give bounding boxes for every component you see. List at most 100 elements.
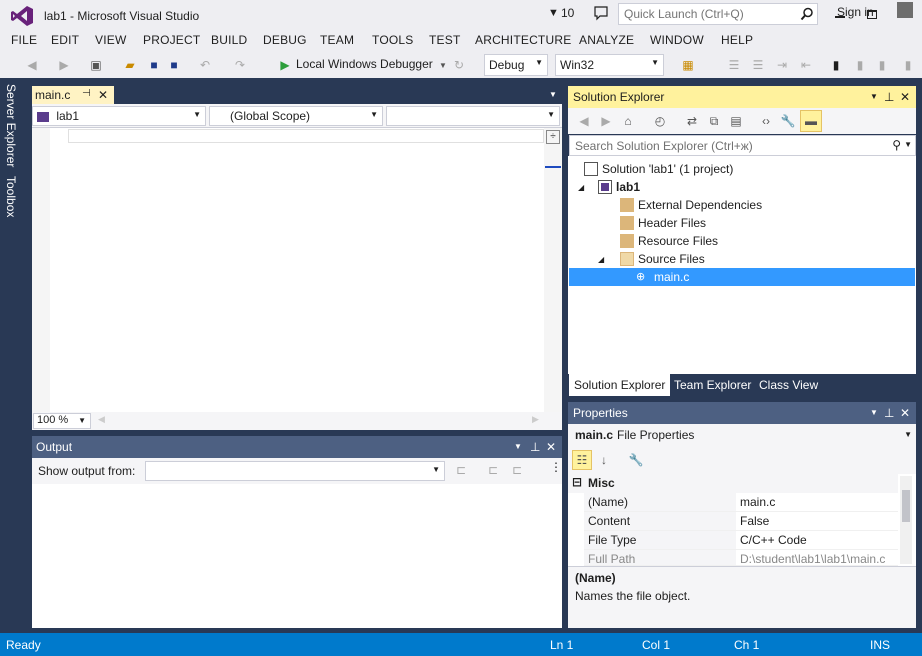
menu-window[interactable]: WINDOW: [650, 33, 704, 47]
prev-bookmark-icon[interactable]: ▮: [852, 57, 868, 73]
properties-wrench-icon[interactable]: 🔧: [780, 113, 796, 129]
window-position-icon[interactable]: ▼: [870, 408, 878, 417]
solution-explorer-title-bar[interactable]: Solution Explorer ▼ ⊥ ✕: [568, 86, 916, 108]
member-nav-select[interactable]: ▼: [386, 106, 560, 126]
property-row[interactable]: File Type C/C++ Code: [584, 531, 898, 550]
code-editor[interactable]: [32, 128, 562, 412]
navigate-back-icon[interactable]: ◀: [24, 57, 40, 73]
scrollbar-thumb[interactable]: [902, 490, 910, 522]
more-icon[interactable]: ⋮: [550, 460, 562, 474]
project-nav-select[interactable]: lab1 ▼: [32, 106, 206, 126]
property-row[interactable]: Full Path D:\student\lab1\lab1\main.c: [584, 550, 898, 566]
alphabetical-icon[interactable]: ↓: [596, 452, 612, 468]
properties-object-select[interactable]: main.c File Properties ▼: [568, 424, 916, 446]
undo-icon[interactable]: ↶: [197, 57, 213, 73]
solution-platform-select[interactable]: Win32 ▼: [555, 54, 664, 76]
save-all-icon[interactable]: ■: [166, 57, 182, 73]
find-in-files-icon[interactable]: ▦: [680, 57, 696, 73]
output-text-area[interactable]: [32, 484, 562, 628]
open-file-icon[interactable]: ▰: [122, 57, 138, 73]
navigate-forward-icon[interactable]: ▶: [56, 57, 72, 73]
search-icon[interactable]: [800, 7, 814, 21]
expand-arrow-icon[interactable]: ◢: [578, 183, 598, 192]
tree-item-main-c[interactable]: ⊕ main.c: [569, 268, 915, 286]
local-windows-debugger-button[interactable]: Local Windows Debugger: [296, 57, 433, 71]
outdent-icon[interactable]: ⇤: [798, 57, 814, 73]
bookmark-icon[interactable]: ▮: [828, 57, 844, 73]
scroll-left-icon[interactable]: ◀: [98, 414, 105, 425]
clear-bookmarks-icon[interactable]: ▮: [900, 57, 916, 73]
window-position-icon[interactable]: ▼: [514, 442, 522, 451]
uncomment-icon[interactable]: ☰: [750, 57, 766, 73]
close-icon[interactable]: ✕: [900, 90, 910, 104]
sync-icon[interactable]: ⇄: [684, 113, 700, 129]
search-icon[interactable]: ⚲: [892, 138, 901, 152]
menu-edit[interactable]: EDIT: [51, 33, 79, 47]
property-row[interactable]: (Name) main.c: [584, 493, 898, 512]
solution-explorer-search[interactable]: Search Solution Explorer (Ctrl+ж) ⚲ ▼: [569, 135, 916, 156]
chevron-down-icon[interactable]: ▼: [904, 140, 912, 149]
zoom-select[interactable]: 100 % ▼: [33, 413, 91, 429]
pin-icon[interactable]: ⊣: [82, 88, 91, 99]
close-icon[interactable]: ✕: [546, 440, 556, 454]
menu-help[interactable]: HELP: [721, 33, 753, 47]
menu-analyze[interactable]: ANALYZE: [579, 33, 634, 47]
scope-nav-select[interactable]: (Global Scope) ▼: [209, 106, 383, 126]
output-source-select[interactable]: ▼: [145, 461, 445, 481]
next-bookmark-icon[interactable]: ▮: [874, 57, 890, 73]
menu-debug[interactable]: DEBUG: [263, 33, 307, 47]
save-icon[interactable]: ■: [146, 57, 162, 73]
back-icon[interactable]: ◀: [576, 113, 592, 129]
pin-icon[interactable]: ⊥: [884, 90, 894, 104]
quick-launch-box[interactable]: [618, 3, 818, 25]
menu-team[interactable]: TEAM: [320, 33, 354, 47]
tree-item-resource-files[interactable]: Resource Files: [620, 232, 914, 250]
pin-icon[interactable]: ⊥: [884, 406, 894, 420]
feedback-icon[interactable]: [593, 5, 609, 21]
menu-build[interactable]: BUILD: [211, 33, 247, 47]
menu-architecture[interactable]: ARCHITECTURE: [475, 33, 571, 47]
property-value[interactable]: D:\student\lab1\lab1\main.c: [736, 550, 898, 565]
user-avatar-icon[interactable]: [897, 2, 913, 18]
toolbox-tab[interactable]: Toolbox: [4, 176, 18, 217]
property-value[interactable]: C/C++ Code: [736, 531, 898, 549]
tab-main-c[interactable]: main.c ⊣ ✕: [32, 86, 114, 104]
expand-arrow-icon[interactable]: ◢: [598, 255, 620, 264]
tree-item-external-dependencies[interactable]: External Dependencies: [620, 196, 914, 214]
editor-vertical-scrollbar[interactable]: ÷: [544, 128, 562, 412]
collapse-icon[interactable]: ⊟: [572, 475, 582, 489]
pin-icon[interactable]: ⊥: [530, 440, 540, 454]
find-message-icon[interactable]: ⊏: [456, 463, 466, 477]
comment-icon[interactable]: ☰: [726, 57, 742, 73]
menu-project[interactable]: PROJECT: [143, 33, 200, 47]
server-explorer-tab[interactable]: Server Explorer: [4, 84, 18, 167]
debugger-dropdown-icon[interactable]: ▼: [435, 57, 451, 73]
property-row[interactable]: Content False: [584, 512, 898, 531]
notifications-count[interactable]: 10: [561, 6, 574, 20]
sign-in-link[interactable]: Sign in: [837, 5, 874, 19]
redo-icon[interactable]: ↷: [232, 57, 248, 73]
close-tab-icon[interactable]: ✕: [98, 88, 108, 102]
properties-title-bar[interactable]: Properties ▼ ⊥ ✕: [568, 402, 916, 424]
property-grid-scrollbar[interactable]: [900, 476, 912, 564]
tree-item-project[interactable]: ◢ lab1: [578, 178, 914, 196]
tree-item-source-files[interactable]: ◢ Source Files: [598, 250, 914, 268]
window-position-icon[interactable]: ▼: [870, 92, 878, 101]
property-pages-wrench-icon[interactable]: 🔧: [628, 452, 644, 468]
collapse-all-icon[interactable]: ⧉: [706, 113, 722, 129]
categorized-icon[interactable]: ☷: [572, 450, 592, 470]
solution-configuration-select[interactable]: Debug ▼: [484, 54, 548, 76]
tab-solution-explorer[interactable]: Solution Explorer: [569, 374, 671, 396]
view-code-icon[interactable]: ‹›: [758, 113, 774, 129]
refresh-icon[interactable]: ↻: [451, 57, 467, 73]
pending-changes-icon[interactable]: ◴: [652, 113, 668, 129]
split-editor-icon[interactable]: ÷: [546, 130, 560, 144]
category-misc[interactable]: ⊟ Misc: [568, 474, 898, 493]
next-message-icon[interactable]: ⊏: [512, 463, 522, 477]
close-icon[interactable]: ✕: [900, 406, 910, 420]
quick-launch-input[interactable]: [619, 4, 795, 24]
menu-file[interactable]: FILE: [11, 33, 37, 47]
home-icon[interactable]: ⌂: [620, 113, 636, 129]
menu-view[interactable]: VIEW: [95, 33, 126, 47]
property-value[interactable]: main.c: [736, 493, 898, 511]
